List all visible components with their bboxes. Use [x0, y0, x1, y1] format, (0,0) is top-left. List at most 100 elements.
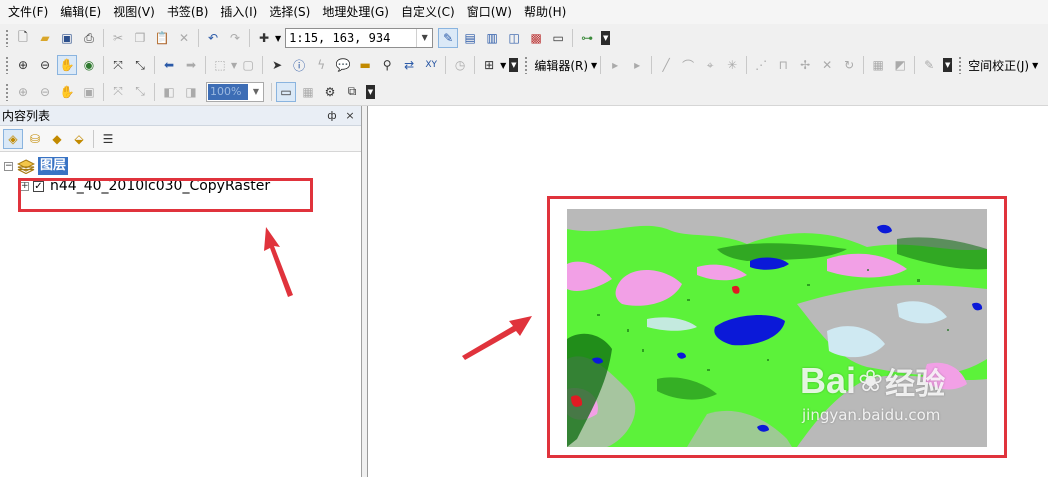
pan-icon[interactable]: ✋	[57, 55, 77, 75]
html-popup-icon[interactable]: 💬	[333, 55, 353, 75]
editor-menu[interactable]: 编辑器(R)	[531, 57, 591, 74]
select-features-icon[interactable]: ⬚	[210, 55, 230, 75]
spatial-adjustment-menu[interactable]: 空间校正(J)	[965, 57, 1032, 74]
catalog-window-icon[interactable]: ▥	[482, 28, 502, 48]
edit-vertices-icon[interactable]: ⋰	[751, 55, 771, 75]
save-icon[interactable]: ▣	[57, 28, 77, 48]
delete-icon[interactable]: ✕	[174, 28, 194, 48]
measure-icon[interactable]: ▬	[355, 55, 375, 75]
python-window-icon[interactable]: ▭	[548, 28, 568, 48]
new-document-icon[interactable]: 🗋	[13, 28, 33, 48]
sketch-properties-icon[interactable]: ◩	[890, 55, 910, 75]
redo-icon[interactable]: ↷	[225, 28, 245, 48]
table-of-contents-icon[interactable]: ▤	[460, 28, 480, 48]
create-viewer-icon[interactable]: ⊞	[479, 55, 499, 75]
hyperlink-icon[interactable]: ϟ	[311, 55, 331, 75]
find-icon[interactable]: ⚲	[377, 55, 397, 75]
menu-item-3[interactable]: 书签(B)	[161, 2, 215, 22]
zoom-in-icon[interactable]: ⊕	[13, 55, 33, 75]
menu-item-5[interactable]: 选择(S)	[263, 2, 316, 22]
create-features-icon[interactable]: ✎	[919, 55, 939, 75]
edit-tool-icon[interactable]: ▸	[605, 55, 625, 75]
clear-selection-icon[interactable]: ▢	[238, 55, 258, 75]
split-icon[interactable]: ✕	[817, 55, 837, 75]
back-icon[interactable]: ⬅	[159, 55, 179, 75]
search-window-icon[interactable]: ◫	[504, 28, 524, 48]
reshape-icon[interactable]: ⊓	[773, 55, 793, 75]
list-by-source-icon[interactable]: ⛁	[25, 129, 45, 149]
goto-xy-icon[interactable]: XY	[421, 55, 441, 75]
chevron-down-icon[interactable]: ▼	[591, 61, 597, 70]
pin-icon[interactable]: ф	[325, 109, 339, 122]
previous-extent-icon[interactable]: ◧	[159, 82, 179, 102]
data-driven-pages-icon[interactable]: ⧉	[342, 82, 362, 102]
list-by-visibility-icon[interactable]: ◆	[47, 129, 67, 149]
fixed-zoom-in-icon[interactable]: ⤧	[108, 82, 128, 102]
toolbar-overflow-icon[interactable]: ▼	[366, 84, 375, 99]
menu-item-6[interactable]: 地理处理(G)	[316, 2, 395, 22]
select-elements-icon[interactable]: ➤	[267, 55, 287, 75]
menu-item-1[interactable]: 编辑(E)	[54, 2, 107, 22]
print-icon[interactable]: ⎙	[79, 28, 99, 48]
attributes-icon[interactable]: ▦	[868, 55, 888, 75]
toolbar-overflow-icon[interactable]: ▼	[509, 58, 519, 72]
map-scale-combo[interactable]: 1:15, 163, 934 ▼	[285, 28, 434, 48]
toolbar-grip[interactable]	[958, 56, 963, 74]
toolbar-grip[interactable]	[5, 82, 9, 101]
add-data-dropdown-icon[interactable]: ▼	[275, 34, 281, 43]
find-route-icon[interactable]: ⇄	[399, 55, 419, 75]
rotate-icon[interactable]: ↻	[839, 55, 859, 75]
layer-group-row[interactable]: − 图层	[4, 156, 357, 176]
toggle-draft-mode-icon[interactable]: ▭	[276, 81, 296, 102]
fixed-zoom-in-icon[interactable]: ⤧	[108, 55, 128, 75]
focus-data-frame-icon[interactable]: ▦	[298, 82, 318, 102]
options-icon[interactable]: ☰	[98, 129, 118, 149]
cut-icon[interactable]: ✂	[108, 28, 128, 48]
endpoint-arc-icon[interactable]: ⌒	[678, 55, 698, 75]
chevron-down-icon[interactable]: ▼	[1032, 61, 1038, 70]
cut-polygons-icon[interactable]: ✢	[795, 55, 815, 75]
copy-icon[interactable]: ❐	[130, 28, 150, 48]
edit-annotation-icon[interactable]: ▸	[627, 55, 647, 75]
paste-icon[interactable]: 📋	[152, 28, 172, 48]
open-folder-icon[interactable]: ▰	[35, 28, 55, 48]
menu-item-0[interactable]: 文件(F)	[2, 2, 54, 22]
layout-zoom-in-icon[interactable]: ⊕	[13, 82, 33, 102]
menu-item-7[interactable]: 自定义(C)	[395, 2, 461, 22]
zoom-out-icon[interactable]: ⊖	[35, 55, 55, 75]
forward-icon[interactable]: ➡	[181, 55, 201, 75]
menu-item-2[interactable]: 视图(V)	[107, 2, 161, 22]
change-layout-icon[interactable]: ⚙	[320, 82, 340, 102]
straight-segment-icon[interactable]: ╱	[656, 55, 676, 75]
toolbar-grip[interactable]	[524, 56, 529, 74]
layout-zoom-out-icon[interactable]: ⊖	[35, 82, 55, 102]
chevron-down-icon[interactable]: ▼	[500, 61, 506, 70]
fixed-zoom-out-icon[interactable]: ⤡	[130, 55, 150, 75]
toolbar-overflow-icon[interactable]: ▼	[943, 58, 953, 72]
menu-item-4[interactable]: 插入(I)	[214, 2, 263, 22]
close-icon[interactable]: ×	[343, 109, 357, 122]
toolbar-grip[interactable]	[5, 29, 9, 47]
chevron-down-icon[interactable]: ▼	[231, 61, 237, 70]
menu-item-9[interactable]: 帮助(H)	[518, 2, 572, 22]
list-by-selection-icon[interactable]: ⬙	[69, 129, 89, 149]
collapse-icon[interactable]: −	[4, 161, 13, 171]
toolbar-grip[interactable]	[5, 56, 9, 74]
chevron-down-icon[interactable]: ▼	[416, 29, 432, 47]
model-builder-icon[interactable]: ⊶	[577, 28, 597, 48]
editor-toolbar-icon[interactable]: ✎	[438, 28, 459, 48]
next-extent-icon[interactable]: ◨	[181, 82, 201, 102]
trace-icon[interactable]: ⌖	[700, 55, 720, 75]
fixed-zoom-out-icon[interactable]: ⤡	[130, 82, 150, 102]
time-slider-icon[interactable]: ◷	[450, 55, 470, 75]
point-icon[interactable]: ✳	[722, 55, 742, 75]
zoom-whole-page-icon[interactable]: ▣	[79, 82, 99, 102]
identify-icon[interactable]: ⓘ	[289, 55, 309, 75]
add-data-icon[interactable]: ✚	[254, 28, 274, 48]
full-extent-icon[interactable]: ◉	[79, 55, 99, 75]
menu-item-8[interactable]: 窗口(W)	[461, 2, 518, 22]
zoom-percent-combo[interactable]: 100% ▼	[206, 81, 264, 102]
chevron-down-icon[interactable]: ▼	[249, 87, 263, 96]
layer-group-label[interactable]: 图层	[38, 157, 69, 175]
toolbar-overflow-icon[interactable]: ▼	[601, 31, 611, 45]
